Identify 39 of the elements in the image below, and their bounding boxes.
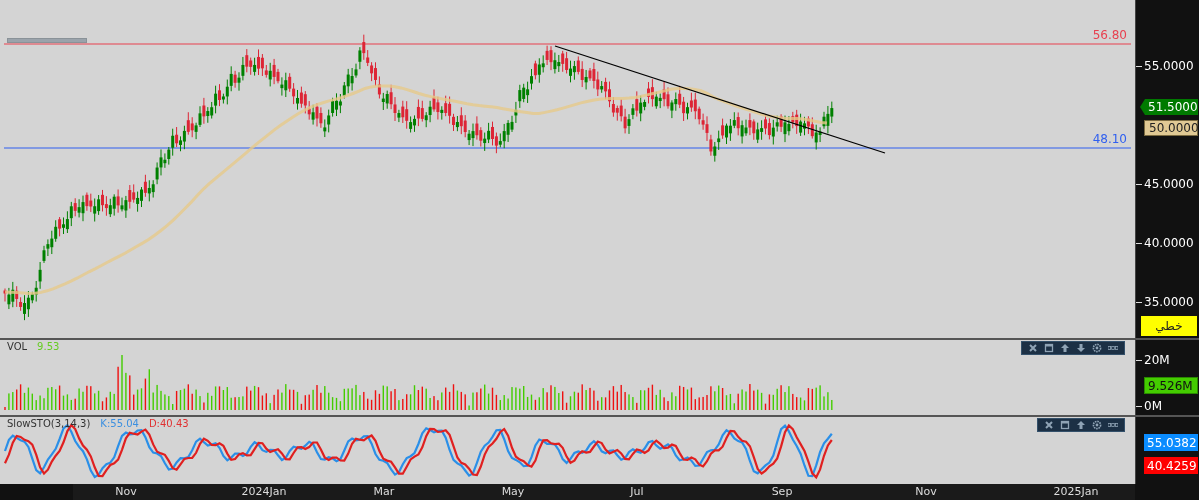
axis-label: Mar [373, 485, 395, 498]
indicator-tag: 55.0382 [1144, 434, 1198, 451]
window-icon[interactable] [1044, 343, 1054, 353]
close-icon[interactable] [1044, 420, 1054, 430]
up-arrow-icon[interactable] [1076, 420, 1086, 430]
indicator-title: VOL [7, 341, 28, 352]
axis-label: 20M [1144, 353, 1170, 367]
axis-label: 45.0000 [1144, 177, 1194, 191]
level-label: 56.80 [1092, 28, 1127, 42]
more-icon[interactable] [1108, 343, 1118, 353]
settings-icon[interactable] [1092, 420, 1102, 430]
axis-label: 40.0000 [1144, 236, 1194, 250]
close-icon[interactable] [1028, 343, 1038, 353]
more-icon[interactable] [1108, 420, 1118, 430]
window-icon[interactable] [1060, 420, 1070, 430]
indicator-value: 9.53 [37, 341, 60, 352]
axis-label: 55.0000 [1144, 59, 1194, 73]
d-value: D:40.43 [148, 418, 189, 429]
volume-tag: 9.526M [1144, 377, 1198, 394]
scroll-handle[interactable] [7, 38, 87, 43]
axis-label: 2025Jan [1053, 485, 1099, 498]
axis-label: 35.0000 [1144, 295, 1194, 309]
axis-label: Nov [115, 485, 137, 498]
k-value: K:55.04 [100, 418, 139, 429]
axis-label: 0M [1144, 399, 1162, 413]
axis-label: 2024Jan [241, 485, 287, 498]
indicator-title: SlowSTO(3,14,3) [7, 418, 91, 429]
down-arrow-icon[interactable] [1076, 343, 1086, 353]
last-price-tag: 51.5000 [1140, 99, 1198, 115]
level-label: 48.10 [1092, 132, 1127, 146]
up-arrow-icon[interactable] [1060, 343, 1070, 353]
average-price-tag: 50.0000 [1144, 120, 1198, 136]
axis-label: Nov [915, 485, 937, 498]
axis-label: May [501, 485, 525, 498]
chart-type-button[interactable]: خطي [1141, 316, 1197, 336]
axis-label: Sep [771, 485, 793, 498]
settings-icon[interactable] [1092, 343, 1102, 353]
axis-label: Jul [630, 485, 644, 498]
indicator-tag: 40.4259 [1144, 457, 1198, 474]
